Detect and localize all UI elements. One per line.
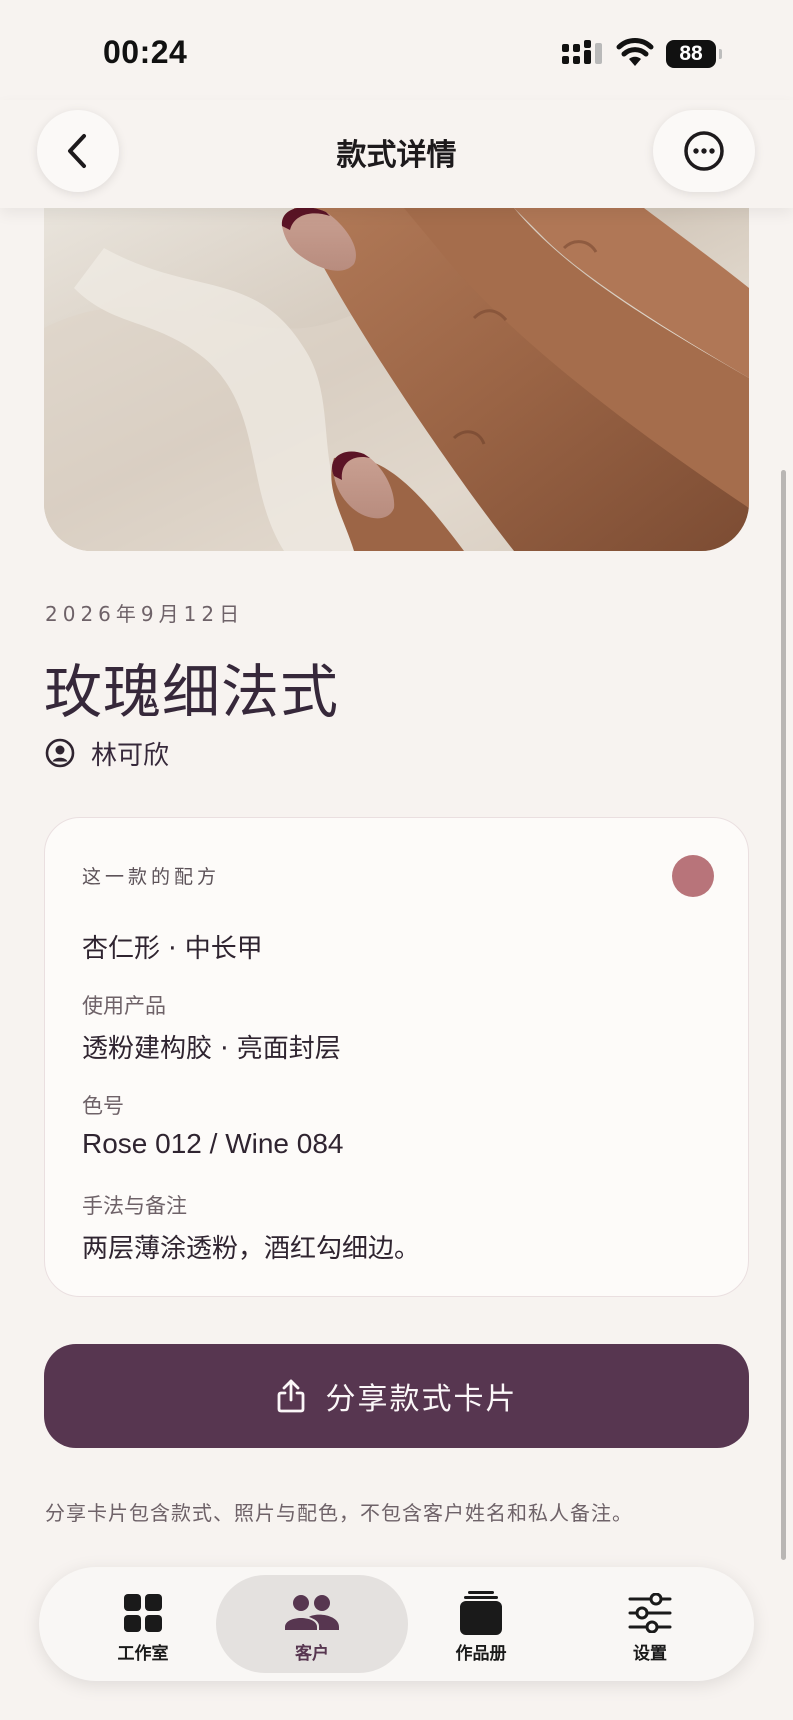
share-icon <box>277 1379 304 1413</box>
people-icon <box>285 1595 339 1630</box>
tab-studio-label: 工作室 <box>117 1644 169 1664</box>
more-options-button[interactable] <box>653 110 755 192</box>
grid-icon <box>124 1594 162 1632</box>
tab-bar: 工作室 客户 作品册 设置 <box>39 1567 754 1681</box>
nail-shape-length: 杏仁形 · 中长甲 <box>82 934 263 964</box>
tab-clients[interactable]: 客户 <box>216 1575 408 1673</box>
style-photo[interactable] <box>44 208 749 551</box>
products-label: 使用产品 <box>82 994 166 1018</box>
ellipsis-circle-icon <box>684 131 724 171</box>
tab-settings[interactable]: 设置 <box>566 1575 734 1673</box>
products-value: 透粉建构胶 · 亮面封层 <box>82 1034 341 1064</box>
style-title: 玫瑰细法式 <box>44 658 340 726</box>
status-time: 00:24 <box>103 34 188 70</box>
notes-label: 手法与备注 <box>82 1194 187 1218</box>
recipe-heading: 这一款的配方 <box>82 866 221 888</box>
notes-value: 两层薄涂透粉，酒红勾细边。 <box>82 1234 421 1264</box>
share-privacy-note: 分享卡片包含款式、照片与配色，不包含客户姓名和私人备注。 <box>45 1501 633 1525</box>
client-link[interactable]: 林可欣 <box>45 736 170 771</box>
shade-value: Rose 012 / Wine 084 <box>82 1128 344 1159</box>
share-style-card-button[interactable]: 分享款式卡片 <box>44 1344 749 1448</box>
recipe-card: 这一款的配方 杏仁形 · 中长甲 使用产品 透粉建构胶 · 亮面封层 色号 Ro… <box>44 817 749 1297</box>
cellular-signal-icon <box>562 40 602 64</box>
client-name: 林可欣 <box>91 740 170 771</box>
battery-level: 88 <box>679 42 703 65</box>
person-circle-icon <box>45 738 75 768</box>
nav-header: 款式详情 <box>0 100 793 208</box>
battery-icon: 88 <box>666 40 722 68</box>
shade-label: 色号 <box>82 1094 124 1118</box>
style-date: 2026年9月12日 <box>45 602 245 626</box>
tab-settings-label: 设置 <box>633 1644 667 1664</box>
share-button-label: 分享款式卡片 <box>325 1382 518 1417</box>
wifi-icon <box>616 38 654 66</box>
album-stack-icon <box>460 1591 502 1635</box>
tab-portfolio[interactable]: 作品册 <box>397 1575 565 1673</box>
scrollbar[interactable] <box>781 470 786 1560</box>
tab-studio[interactable]: 工作室 <box>59 1575 227 1673</box>
color-swatch <box>672 855 714 897</box>
tab-clients-label: 客户 <box>295 1644 329 1664</box>
tab-portfolio-label: 作品册 <box>455 1644 507 1664</box>
status-bar: 00:24 88 <box>0 0 793 100</box>
hand-manicure-illustration <box>44 208 749 551</box>
sliders-icon <box>628 1593 672 1633</box>
